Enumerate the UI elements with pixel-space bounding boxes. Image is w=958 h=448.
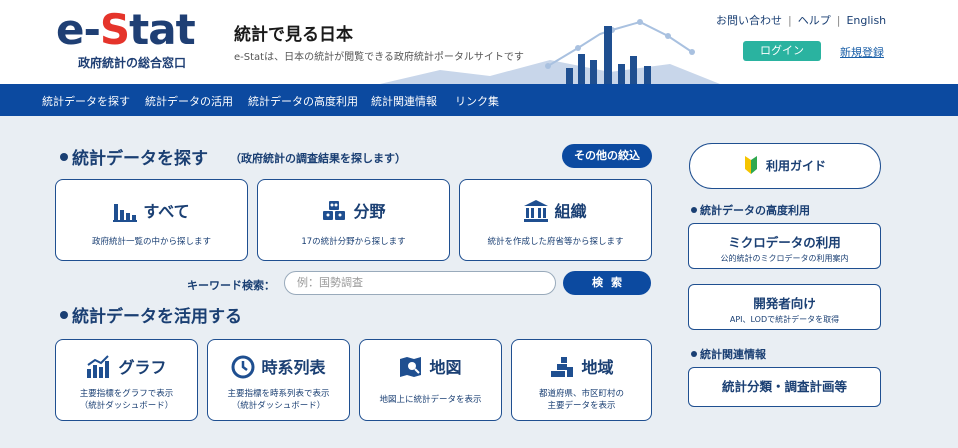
card-title: すべて (56, 198, 247, 224)
microdata-card[interactable]: ミクロデータの利用 公的統計のミクロデータの利用案内 (688, 223, 881, 269)
card-desc-line1: 都道府県、市区町村の (538, 389, 624, 399)
find-card-organization[interactable]: 組織 統計を作成した府省等から探します (459, 179, 652, 261)
chart-illustration-icon (545, 19, 695, 84)
use-card-map[interactable]: 地図 地図上に統計データを表示 (359, 339, 502, 421)
related-info-heading: 統計関連情報 (691, 346, 766, 362)
use-card-region[interactable]: 地域 都道府県、市区町村の 主要データを表示 (511, 339, 652, 421)
bullet-icon (691, 351, 697, 357)
use-card-timeseries[interactable]: 時系列表 主要指標を時系列表で表示 （統計ダッシュボード） (207, 339, 350, 421)
contact-link[interactable]: お問い合わせ (716, 14, 782, 27)
card-desc-line2: 主要データを表示 (547, 401, 616, 411)
bullet-icon (60, 311, 68, 319)
use-title-text: 統計データを活用する (72, 307, 242, 327)
card-desc-line1: 主要指標を時系列表で表示 (227, 389, 330, 399)
clock-icon (231, 355, 255, 378)
region-icon (551, 356, 574, 377)
card-desc: 17の統計分野から探します (301, 237, 406, 247)
logo-subtitle: 政府統計の総合窓口 (78, 56, 187, 70)
find-card-field[interactable]: 分野 17の統計分野から探します (257, 179, 450, 261)
english-link[interactable]: English (846, 14, 886, 27)
related-heading-text: 統計関連情報 (700, 348, 766, 361)
card-title-text: 分野 (353, 202, 386, 221)
nav-item-links[interactable]: リンク集 (455, 93, 499, 109)
beginner-mark-icon (744, 155, 757, 174)
advanced-heading-text: 統計データの高度利用 (700, 204, 810, 217)
estat-logo[interactable]: e-Stat 政府統計の総合窓口 (56, 5, 196, 71)
bar-chart-icon (113, 203, 138, 222)
card-desc-line2: （統計ダッシュボード） (79, 401, 174, 411)
card-title-text: すべて (143, 202, 190, 221)
logo-prefix: e- (56, 5, 101, 54)
microdata-desc: 公的統計のミクロデータの利用案内 (720, 254, 849, 263)
logo-s: S (99, 5, 130, 54)
card-title: 地図 (360, 354, 501, 380)
developer-desc: API、LODで統計データを取得 (729, 315, 840, 324)
card-desc: 統計を作成した府省等から探します (487, 237, 624, 247)
card-title: 組織 (460, 198, 651, 224)
nav-item-find[interactable]: 統計データを探す (42, 93, 130, 109)
card-title: 地域 (512, 354, 651, 381)
card-title: 分野 (258, 198, 449, 224)
card-title: グラフ (56, 354, 197, 381)
other-filter-button[interactable]: その他の絞込 (562, 144, 652, 168)
site-title: 統計で見る日本 (234, 25, 353, 45)
classification-title: 統計分類・調査計画等 (721, 379, 847, 394)
cubes-icon (323, 200, 346, 220)
card-title-text: 時系列表 (261, 358, 326, 377)
card-title-text: 地図 (429, 358, 462, 377)
search-button[interactable]: 検索 (563, 271, 651, 295)
card-desc: 政府統計一覧の中から探します (91, 237, 211, 247)
graph-icon (87, 354, 110, 378)
classification-card[interactable]: 統計分類・調査計画等 (688, 367, 881, 407)
find-card-all[interactable]: すべて 政府統計一覧の中から探します (55, 179, 248, 261)
nav-item-related[interactable]: 統計関連情報 (371, 93, 437, 109)
developer-card[interactable]: 開発者向け API、LODで統計データを取得 (688, 284, 881, 330)
utility-links: お問い合わせ | ヘルプ | English (716, 12, 886, 28)
map-search-icon (400, 356, 422, 377)
use-section-title: 統計データを活用する (60, 302, 242, 327)
nav-item-advanced[interactable]: 統計データの高度利用 (248, 93, 358, 109)
nav-item-use[interactable]: 統計データの活用 (145, 93, 233, 109)
use-card-graph[interactable]: グラフ 主要指標をグラフで表示 （統計ダッシュボード） (55, 339, 198, 421)
keyword-search-input[interactable]: 例：国勢調査 (284, 271, 556, 295)
developer-title: 開発者向け (753, 296, 816, 311)
card-title-text: グラフ (118, 358, 167, 377)
user-guide-button[interactable]: 利用ガイド (689, 143, 881, 189)
card-title-text: 地域 (581, 358, 614, 377)
card-desc-line1: 地図上に統計データを表示 (379, 395, 482, 405)
user-guide-label: 利用ガイド (765, 159, 826, 173)
card-desc-line2: （統計ダッシュボード） (231, 401, 326, 411)
find-section-title: 統計データを探す (60, 144, 208, 169)
bullet-icon (691, 207, 697, 213)
government-building-icon (524, 199, 549, 222)
keyword-search-label: キーワード検索： (187, 279, 275, 292)
advanced-use-heading: 統計データの高度利用 (691, 202, 810, 218)
find-title-text: 統計データを探す (72, 149, 208, 169)
bullet-icon (60, 153, 68, 161)
card-title: 時系列表 (208, 354, 349, 381)
card-desc-line1: 主要指標をグラフで表示 (79, 389, 174, 399)
separator: | (836, 14, 841, 27)
main-nav: 統計データを探す 統計データの活用 統計データの高度利用 統計関連情報 リンク集 (0, 84, 958, 116)
find-section-subtitle: （政府統計の調査結果を探します） (230, 152, 406, 165)
card-title-text: 組織 (554, 202, 587, 221)
register-link[interactable]: 新規登録 (840, 44, 884, 60)
separator: | (788, 14, 792, 27)
help-link[interactable]: ヘルプ (798, 14, 831, 27)
login-button[interactable]: ログイン (743, 41, 821, 61)
logo-suffix: tat (129, 5, 195, 54)
site-header: e-Stat 政府統計の総合窓口 統計で見る日本 e-Statは、日本の統計が閲… (0, 0, 958, 84)
microdata-title: ミクロデータの利用 (728, 235, 841, 250)
